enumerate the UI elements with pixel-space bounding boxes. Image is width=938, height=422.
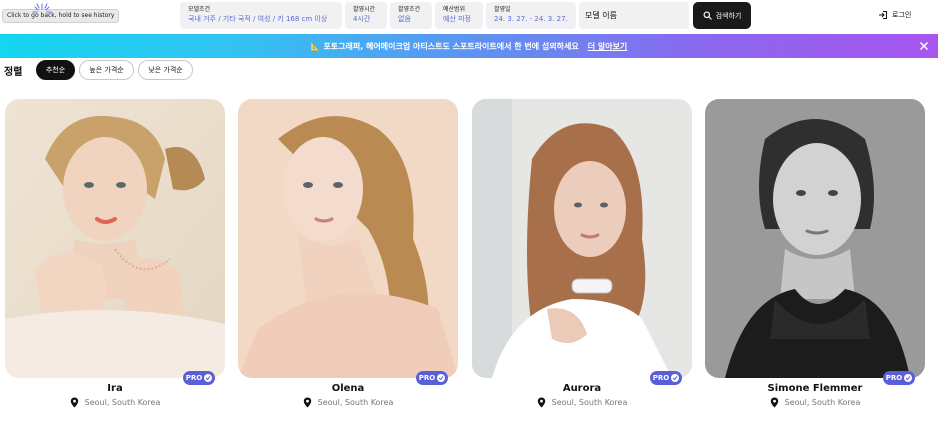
sort-option-recommended[interactable]: 추천순 — [36, 60, 75, 80]
location-pin-icon — [303, 397, 311, 408]
filter-label: 예산범위 — [443, 6, 466, 13]
search-icon — [703, 11, 712, 20]
login-button[interactable]: 로그인 — [878, 8, 911, 22]
model-photo[interactable] — [238, 99, 458, 378]
model-location-text: Seoul, South Korea — [84, 398, 161, 407]
filter-shoot-hours[interactable]: 촬영시간 4시간 — [345, 2, 387, 29]
login-icon — [879, 11, 887, 19]
sort-option-label: 높은 가격순 — [89, 66, 124, 74]
top-header: Click to go back, hold to see history 모델… — [0, 0, 938, 34]
back-history-tooltip: Click to go back, hold to see history — [2, 9, 120, 23]
model-photo[interactable] — [472, 99, 692, 378]
sort-label: 정렬 — [4, 67, 23, 78]
filter-value: 24. 3. 27. - 24. 3. 27. — [494, 15, 568, 23]
model-location-text: Seoul, South Korea — [551, 398, 628, 407]
filter-value: 4시간 — [353, 15, 371, 23]
pro-badge-label: PRO — [185, 374, 203, 382]
sort-option-price-high[interactable]: 높은 가격순 — [79, 60, 134, 80]
pro-badge-label: PRO — [418, 374, 436, 382]
search-button[interactable]: 검색하기 — [693, 2, 751, 29]
filter-value: 없음 — [398, 15, 411, 23]
search-button-label: 검색하기 — [715, 11, 742, 20]
verified-check-icon — [437, 374, 446, 382]
login-label: 로그인 — [892, 11, 912, 19]
filter-model-conditions[interactable]: 모델조건 국내 거주 / 기타 국적 / 여성 / 키 168 cm 이상 — [180, 2, 342, 29]
verified-check-icon — [671, 374, 680, 382]
banner-close-button[interactable] — [916, 38, 932, 54]
sort-option-price-low[interactable]: 낮은 가격순 — [138, 60, 193, 80]
pro-badge-label: PRO — [885, 374, 903, 382]
filter-label: 촬영일 — [494, 6, 511, 13]
filter-budget-range[interactable]: 예산범위 예산 미정 — [435, 2, 483, 29]
model-location: Seoul, South Korea — [472, 397, 692, 408]
model-name[interactable]: Simone Flemmer — [705, 383, 925, 394]
close-icon — [919, 41, 929, 51]
model-location: Seoul, South Korea — [705, 397, 925, 408]
location-pin-icon — [70, 397, 78, 408]
promo-banner: 📐 포토그래퍼, 헤어메이크업 아티스트도 스포트라이트에서 한 번에 섭외하세… — [0, 34, 938, 58]
verified-check-icon — [204, 374, 213, 382]
sort-option-label: 추천순 — [45, 66, 66, 74]
model-name[interactable]: Aurora — [472, 383, 692, 394]
model-name[interactable]: Olena — [238, 383, 458, 394]
location-pin-icon — [537, 397, 545, 408]
filter-shoot-date[interactable]: 촬영일 24. 3. 27. - 24. 3. 27. — [486, 2, 576, 29]
filter-value: 국내 거주 / 기타 국적 / 여성 / 키 168 cm 이상 — [188, 15, 328, 23]
location-pin-icon — [770, 397, 778, 408]
model-location: Seoul, South Korea — [5, 397, 225, 408]
model-location: Seoul, South Korea — [238, 397, 458, 408]
promo-learn-more-link[interactable]: 더 알아보기 — [588, 41, 628, 52]
model-photo[interactable] — [5, 99, 225, 378]
verified-check-icon — [904, 374, 913, 382]
filter-shoot-conditions[interactable]: 촬영조건 없음 — [390, 2, 432, 29]
model-location-text: Seoul, South Korea — [784, 398, 861, 407]
sort-option-label: 낮은 가격순 — [148, 66, 183, 74]
pro-badge-label: PRO — [652, 374, 670, 382]
model-name[interactable]: Ira — [5, 383, 225, 394]
model-photo[interactable] — [705, 99, 925, 378]
filter-label: 모델조건 — [188, 6, 211, 13]
back-sparkle-icon[interactable] — [31, 2, 53, 24]
filter-label: 촬영시간 — [353, 6, 376, 13]
filter-value: 예산 미정 — [443, 15, 471, 23]
model-name-search-input[interactable] — [579, 2, 689, 29]
promo-banner-text: 📐 포토그래퍼, 헤어메이크업 아티스트도 스포트라이트에서 한 번에 섭외하세… — [310, 41, 579, 51]
model-location-text: Seoul, South Korea — [317, 398, 394, 407]
filter-label: 촬영조건 — [398, 6, 421, 13]
